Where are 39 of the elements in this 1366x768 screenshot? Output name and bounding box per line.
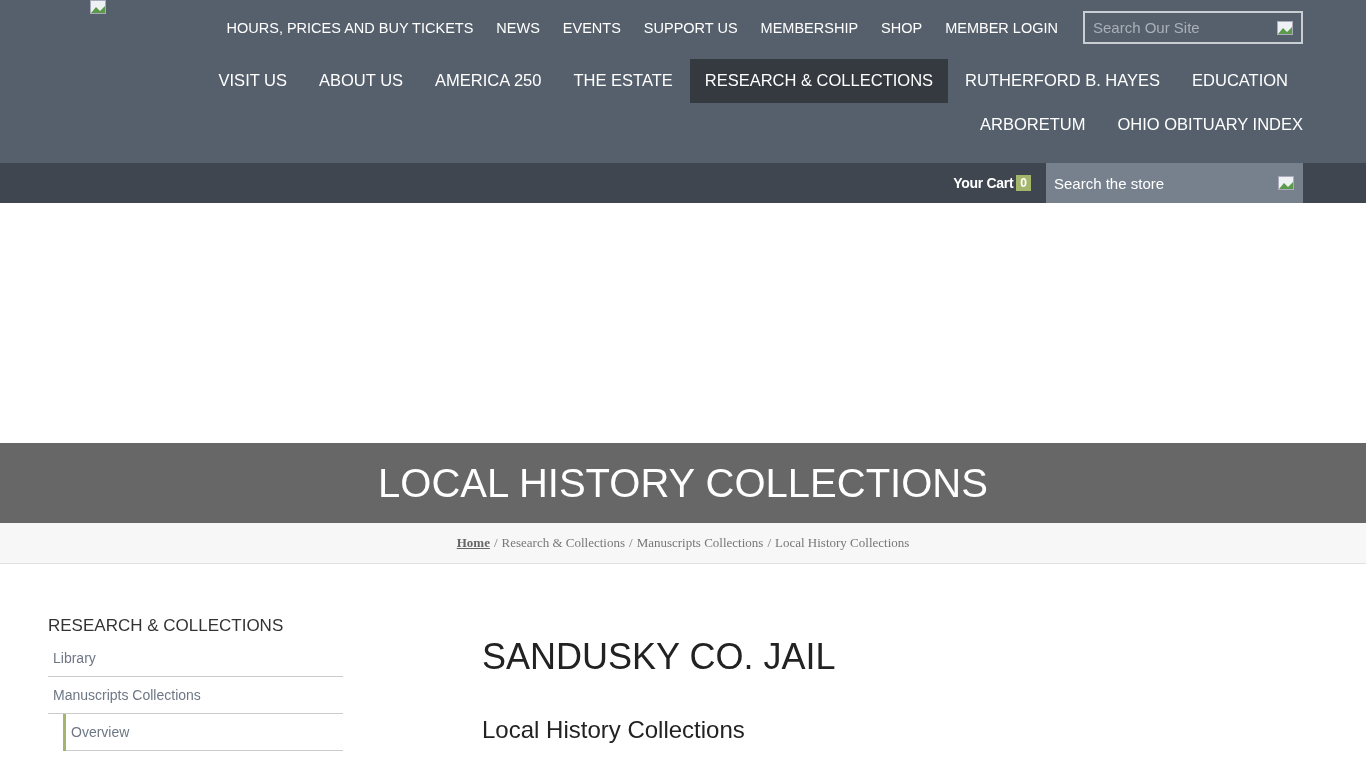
sidebar-title: RESEARCH & COLLECTIONS <box>48 616 285 636</box>
breadcrumb-separator: / <box>629 535 633 551</box>
cart-link[interactable]: Your Cart <box>953 175 1014 191</box>
broken-image-icon <box>90 0 106 14</box>
breadcrumb-link[interactable]: Home <box>456 535 490 551</box>
nav-tab[interactable]: THE ESTATE <box>558 59 688 103</box>
breadcrumb-separator: / <box>493 535 498 551</box>
search-icon[interactable] <box>1278 176 1294 190</box>
utility-link[interactable]: MEMBER LOGIN <box>945 19 1058 36</box>
search-input[interactable]: Search Our Site <box>1093 19 1277 36</box>
nav-tab[interactable]: OHIO OBITUARY INDEX <box>1102 103 1303 147</box>
utility-link[interactable]: HOURS, PRICES AND BUY TICKETS <box>226 19 474 36</box>
breadcrumb-item: Local History Collections <box>775 535 910 551</box>
search-icon[interactable] <box>1277 20 1293 35</box>
nav-tab[interactable]: ABOUT US <box>304 59 419 103</box>
cart-count-badge: 0 <box>1016 175 1031 191</box>
store-search-field[interactable]: Search the store <box>1046 163 1303 203</box>
breadcrumb-separator: / <box>767 535 771 551</box>
nav-tab[interactable]: AMERICA 250 <box>420 59 557 103</box>
sidebar-link[interactable]: Manuscripts Collections <box>48 677 343 714</box>
utility-link[interactable]: EVENTS <box>562 19 621 36</box>
content-title: SANDUSKY CO. JAIL <box>482 636 836 678</box>
content-subtitle: Local History Collections <box>482 716 746 744</box>
utility-link[interactable]: NEWS <box>496 19 540 36</box>
nav-tab[interactable]: RESEARCH & COLLECTIONS <box>689 59 949 103</box>
utility-link[interactable]: SHOP <box>881 19 923 36</box>
nav-tab[interactable]: EDUCATION <box>1177 59 1303 103</box>
utility-link[interactable]: SUPPORT US <box>643 19 738 36</box>
sidebar-link[interactable]: Overview <box>66 714 343 751</box>
utility-link[interactable]: MEMBERSHIP <box>760 19 859 36</box>
breadcrumb-item: Research & Collections <box>501 535 625 551</box>
sidebar-link[interactable]: Library <box>48 640 343 677</box>
nav-tab[interactable]: VISIT US <box>203 59 302 103</box>
page-title: LOCAL HISTORY COLLECTIONS <box>378 460 988 506</box>
breadcrumb-item: Manuscripts Collections <box>636 535 764 551</box>
nav-tab[interactable]: RUTHERFORD B. HAYES <box>950 59 1176 103</box>
store-search-input[interactable]: Search the store <box>1054 174 1278 192</box>
nav-tab[interactable]: ARBORETUM <box>965 103 1101 147</box>
search-field[interactable]: Search Our Site <box>1083 11 1303 44</box>
